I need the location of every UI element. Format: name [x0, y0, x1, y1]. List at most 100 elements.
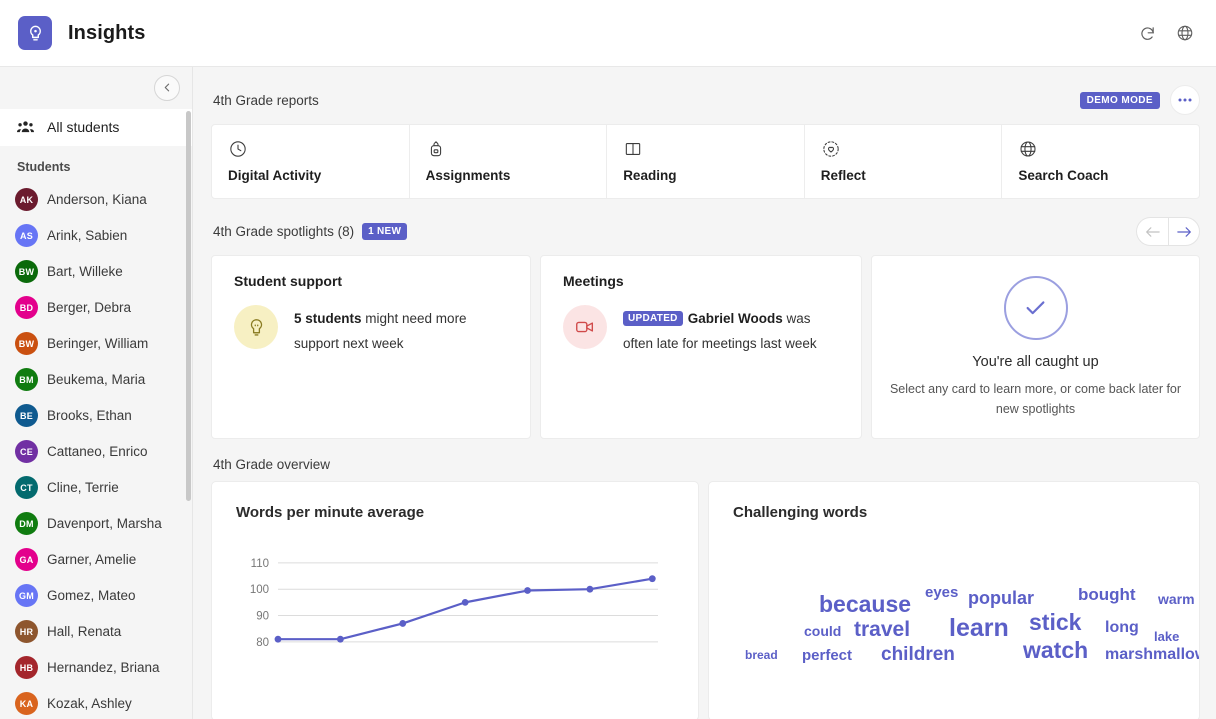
tab-digital-activity[interactable]: Digital Activity: [212, 125, 410, 198]
student-name: Hall, Renata: [47, 624, 121, 639]
student-name: Arink, Sabien: [47, 228, 127, 243]
updated-badge: UPDATED: [623, 311, 683, 326]
sidebar-item-student[interactable]: CT Cline, Terrie: [0, 470, 192, 506]
tab-assignments[interactable]: Assignments: [410, 125, 608, 198]
spotlight-next-button[interactable]: [1168, 217, 1200, 246]
sidebar-item-student[interactable]: AKAnderson, Kiana: [0, 182, 192, 218]
tab-label: Reading: [623, 168, 804, 183]
word-cloud-item[interactable]: marshmallow: [1105, 647, 1200, 663]
overview-header: 4th Grade overview: [211, 439, 1200, 481]
sidebar-item-student[interactable]: GAGarner, Amelie: [0, 542, 192, 578]
tab-label: Assignments: [426, 168, 607, 183]
word-cloud-item[interactable]: watch: [1023, 639, 1088, 662]
student-name: Berger, Debra: [47, 300, 131, 315]
sidebar-item-student[interactable]: BM Beukema, Maria: [0, 362, 192, 398]
sidebar-item-student[interactable]: BWBart, Willeke: [0, 254, 192, 290]
sidebar-scrollbar[interactable]: [186, 111, 191, 501]
word-cloud-item[interactable]: because: [819, 593, 911, 616]
caught-up-title: You're all caught up: [972, 354, 1098, 370]
arrow-right-icon: [1177, 226, 1192, 238]
student-name: Garner, Amelie: [47, 552, 136, 567]
word-cloud-item[interactable]: long: [1105, 620, 1139, 636]
data-point[interactable]: [399, 620, 406, 627]
word-cloud-item[interactable]: learn: [949, 616, 1009, 641]
student-name: Bart, Willeke: [47, 264, 123, 279]
data-point[interactable]: [587, 586, 594, 593]
student-name: Hernandez, Briana: [47, 660, 160, 675]
avatar: BD: [15, 296, 38, 319]
spotlight-prev-button[interactable]: [1136, 217, 1168, 246]
avatar: BM: [15, 368, 38, 391]
y-axis-tick: 100: [250, 584, 269, 596]
sidebar-item-student[interactable]: BD Berger, Debra: [0, 290, 192, 326]
avatar: CT: [15, 476, 38, 499]
tab-reflect[interactable]: Reflect: [805, 125, 1003, 198]
word-cloud-item[interactable]: perfect: [802, 648, 852, 663]
more-options-button[interactable]: [1170, 85, 1200, 115]
spotlight-nav: [1136, 217, 1200, 246]
sidebar-item-student[interactable]: HRHall, Renata: [0, 614, 192, 650]
avatar: BW: [15, 332, 38, 355]
sidebar-item-student[interactable]: HB Hernandez, Briana: [0, 650, 192, 686]
sidebar-item-student[interactable]: GMGomez, Mateo: [0, 578, 192, 614]
data-point[interactable]: [649, 575, 656, 582]
sidebar-item-all-students[interactable]: All students: [0, 109, 192, 146]
sidebar-item-student[interactable]: ASArink, Sabien: [0, 218, 192, 254]
word-cloud-item[interactable]: bought: [1078, 586, 1136, 603]
student-name: Beringer, William: [47, 336, 148, 351]
word-cloud-item[interactable]: travel: [854, 619, 910, 640]
refresh-button[interactable]: [1132, 18, 1162, 48]
lightbulb-icon: [26, 24, 45, 43]
y-axis-tick: 110: [251, 558, 269, 570]
word-cloud-item[interactable]: warm: [1158, 592, 1195, 606]
tab-reading[interactable]: Reading: [607, 125, 805, 198]
reports-header: 4th Grade reports DEMO MODE: [211, 67, 1200, 124]
language-button[interactable]: [1170, 18, 1200, 48]
avatar: DM: [15, 512, 38, 535]
avatar: HB: [15, 656, 38, 679]
book-icon: [623, 139, 804, 159]
word-cloud-item[interactable]: eyes: [925, 585, 958, 600]
avatar: AK: [15, 188, 38, 211]
demo-mode-badge: DEMO MODE: [1080, 92, 1160, 109]
data-point[interactable]: [524, 587, 531, 594]
word-cloud-item[interactable]: popular: [968, 589, 1034, 607]
sidebar-item-student[interactable]: BW Beringer, William: [0, 326, 192, 362]
sidebar-item-student[interactable]: CECattaneo, Enrico: [0, 434, 192, 470]
tab-label: Search Coach: [1018, 168, 1199, 183]
people-icon: [17, 120, 35, 134]
word-cloud-item[interactable]: children: [881, 645, 955, 664]
new-spotlights-badge: 1 NEW: [362, 223, 407, 240]
top-bar: Insights: [0, 0, 1216, 67]
word-cloud: becauseeyespopularboughtwarmcouldtravell…: [733, 547, 1175, 697]
spotlights-header: 4th Grade spotlights (8) 1 NEW: [211, 199, 1200, 255]
spotlight-card-title: Meetings: [563, 273, 843, 289]
word-cloud-item[interactable]: bread: [745, 649, 778, 661]
tab-search-coach[interactable]: Search Coach: [1002, 125, 1199, 198]
data-point[interactable]: [462, 599, 469, 606]
sidebar-item-student[interactable]: DMDavenport, Marsha: [0, 506, 192, 542]
student-name: Beukema, Maria: [47, 372, 145, 387]
spotlight-card-student-support[interactable]: Student support 5 students might need mo…: [211, 255, 531, 439]
check-circle-icon: [1004, 276, 1068, 340]
overview-heading: 4th Grade overview: [213, 457, 330, 472]
body-split: All students Students AKAnderson, KianaA…: [0, 67, 1216, 719]
backpack-icon: [426, 139, 607, 159]
student-name: Cline, Terrie: [47, 480, 119, 495]
word-cloud-item[interactable]: could: [804, 624, 841, 638]
sidebar-item-student[interactable]: BEBrooks, Ethan: [0, 398, 192, 434]
avatar: CE: [15, 440, 38, 463]
spotlight-card-text: UPDATEDGabriel Woods was often late for …: [623, 305, 843, 356]
data-point[interactable]: [337, 636, 344, 643]
data-point[interactable]: [275, 636, 282, 643]
challenging-words-card: Challenging words becauseeyespopularboug…: [708, 481, 1200, 719]
app-logo: [18, 16, 52, 50]
avatar: BE: [15, 404, 38, 427]
word-cloud-item[interactable]: stick: [1029, 611, 1081, 634]
collapse-sidebar-button[interactable]: [154, 75, 180, 101]
spotlight-text-bold: 5 students: [294, 311, 362, 326]
spotlight-card-text: 5 students might need more support next …: [294, 305, 512, 356]
word-cloud-item[interactable]: lake: [1154, 630, 1179, 643]
sidebar-item-student[interactable]: KAKozak, Ashley: [0, 686, 192, 719]
spotlight-card-meetings[interactable]: Meetings UPDATEDGabriel Woods was often …: [540, 255, 862, 439]
